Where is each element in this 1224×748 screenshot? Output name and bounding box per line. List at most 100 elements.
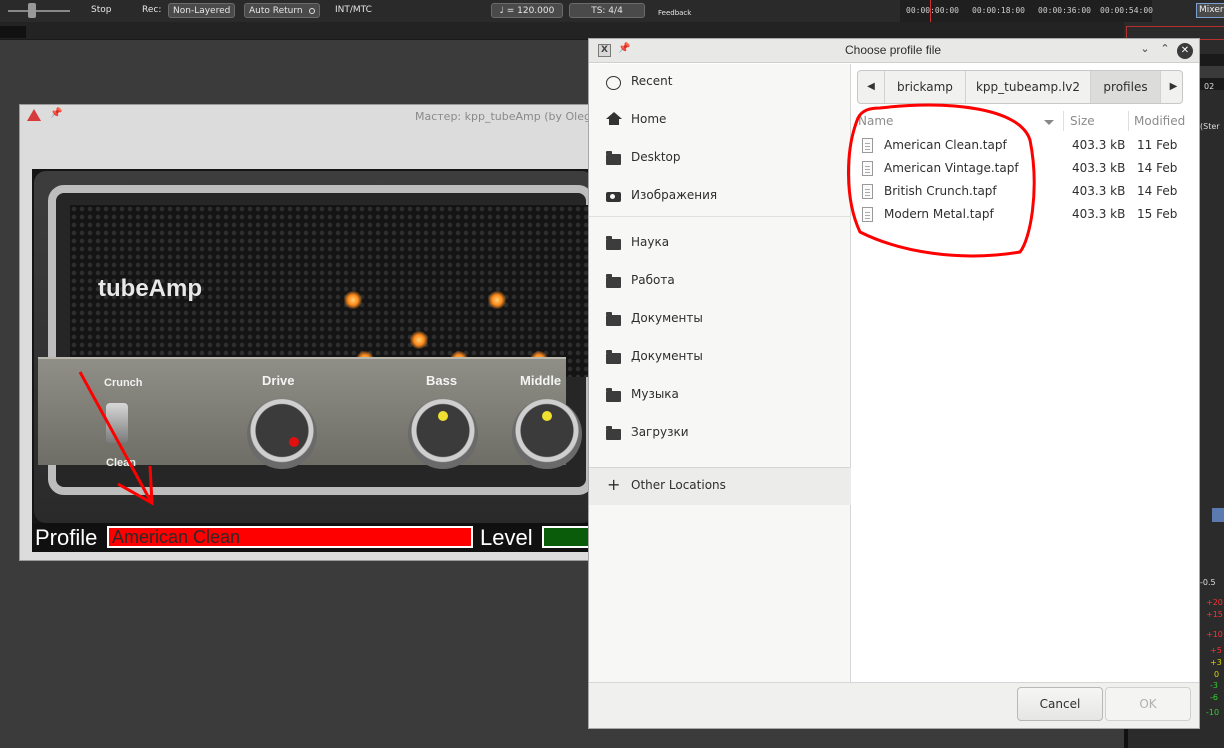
path-back-button[interactable]: ◀ [858, 71, 884, 103]
profile-row: Profile American Clean Level [32, 523, 595, 552]
file-icon [862, 207, 873, 222]
dialog-title: Choose profile file [845, 43, 942, 57]
stop-button[interactable]: Stop [91, 3, 111, 18]
drive-knob[interactable] [247, 399, 317, 469]
drive-label: Drive [262, 373, 295, 388]
choose-profile-dialog: X 📌 Choose profile file ⌄ ⌃ ✕ Recent Hom… [588, 38, 1200, 729]
timeline-tick: 00:00:36:00 [1038, 6, 1091, 15]
sidebar-item-documents-2[interactable]: Документы [589, 341, 851, 375]
clock-icon [606, 76, 621, 90]
file-modified: 14 Feb [1137, 184, 1178, 198]
chevron-left-icon: ◀ [867, 81, 875, 92]
drive-indicator-icon [289, 437, 299, 447]
strip-toggle[interactable] [1212, 508, 1224, 522]
file-icon [862, 161, 873, 176]
amp-chassis: tubeAmp Crunch Clean Drive Bass Middle [34, 171, 594, 523]
shuttle-slider-knob[interactable] [28, 3, 36, 18]
sort-descending-icon[interactable] [1044, 120, 1054, 125]
middle-label: Middle [520, 373, 562, 388]
sidebar-item-music[interactable]: Музыка [589, 379, 851, 413]
maximize-icon[interactable]: ⌃ [1157, 42, 1173, 55]
sidebar-item-recent[interactable]: Recent [589, 66, 851, 100]
sidebar-item-label: Изображения [631, 188, 718, 202]
meter-scale: -6 [1210, 693, 1218, 702]
bass-indicator-icon [438, 411, 448, 421]
file-row[interactable]: British Crunch.tapf 403.3 kB 14 Feb [852, 181, 1199, 204]
chevron-right-icon: ▶ [1169, 81, 1178, 92]
tube-glow [344, 291, 362, 309]
plus-icon: + [607, 475, 621, 494]
crunch-clean-toggle[interactable] [106, 403, 128, 443]
timeline-tick: 00:00:18:00 [972, 6, 1025, 15]
sync-button[interactable]: INT/MTC [335, 3, 372, 18]
file-icon [862, 138, 873, 153]
timeline-tick: 00:00:00:00 [906, 6, 959, 15]
path-segment-brickamp[interactable]: brickamp [884, 71, 965, 103]
folder-icon [606, 312, 621, 326]
sidebar-item-pictures[interactable]: Изображения [589, 180, 851, 214]
column-header-modified[interactable]: Modified [1134, 114, 1185, 128]
file-modified: 11 Feb [1137, 138, 1178, 152]
folder-icon [606, 151, 621, 165]
file-row[interactable]: Modern Metal.tapf 403.3 kB 15 Feb [852, 204, 1199, 227]
cancel-button[interactable]: Cancel [1017, 687, 1103, 721]
rec-mode-dropdown[interactable]: Non-Layered [168, 3, 236, 18]
sidebar-item-science[interactable]: Наука [589, 227, 851, 261]
path-segment-kpp-tubeamp[interactable]: kpp_tubeamp.lv2 [965, 71, 1090, 103]
sidebar-item-documents[interactable]: Документы [589, 303, 851, 337]
plugin-titlebar[interactable]: 📌 Мастер: kpp_tubeAmp (by Oleg [20, 105, 593, 127]
strip-label: 02 [1204, 82, 1215, 91]
sidebar-item-label: Наука [631, 235, 670, 249]
dialog-button-bar: Cancel OK [589, 682, 1199, 728]
playhead[interactable] [930, 0, 931, 22]
sidebar-item-label: Other Locations [631, 478, 726, 492]
sidebar-divider [589, 216, 851, 217]
plugin-window: 📌 Мастер: kpp_tubeAmp (by Oleg tubeAmp C… [19, 104, 595, 561]
auto-return-button[interactable]: Auto Return [244, 3, 320, 18]
path-forward-button[interactable]: ▶ [1160, 71, 1182, 103]
sidebar-item-label: Музыка [631, 387, 679, 401]
meter-scale: -3 [1210, 681, 1218, 690]
auto-return-label: Auto Return [249, 6, 303, 16]
pin-icon[interactable]: 📌 [618, 43, 630, 54]
camera-icon [606, 192, 621, 202]
file-name: American Vintage.tapf [884, 161, 1019, 175]
tempo-display[interactable]: ♩ = 120.000 [491, 3, 563, 18]
minimize-icon[interactable]: ⌄ [1137, 42, 1153, 55]
meter-scale: +20 [1206, 598, 1223, 607]
meter-scale: +10 [1206, 630, 1223, 639]
profile-selector[interactable]: American Clean [107, 526, 473, 548]
file-size: 403.3 kB [1072, 161, 1126, 175]
close-icon[interactable]: ✕ [1177, 43, 1193, 59]
sidebar-item-downloads[interactable]: Загрузки [589, 417, 851, 451]
sidebar-item-label: Загрузки [631, 425, 689, 439]
timeline-ruler[interactable]: 00:00:00:00 00:00:18:00 00:00:36:00 00:0… [900, 0, 1153, 22]
sidebar-item-label: Home [631, 112, 667, 126]
pin-icon[interactable]: 📌 [50, 108, 62, 119]
sidebar-item-home[interactable]: Home [589, 104, 851, 138]
file-row[interactable]: American Vintage.tapf 403.3 kB 14 Feb [852, 158, 1199, 181]
sidebar-item-other-locations[interactable]: + Other Locations [589, 468, 851, 505]
middle-indicator-icon [542, 411, 552, 421]
places-sidebar: Recent Home Desktop Изображения Наука Ра… [589, 64, 851, 682]
sidebar-item-desktop[interactable]: Desktop [589, 142, 851, 176]
feedback-label: Feedback [658, 9, 692, 17]
dialog-titlebar[interactable]: X 📌 Choose profile file ⌄ ⌃ ✕ [589, 39, 1199, 63]
time-signature-display[interactable]: TS: 4/4 [569, 3, 645, 18]
bass-knob[interactable] [408, 399, 478, 469]
file-size: 403.3 kB [1072, 184, 1126, 198]
sidebar-item-work[interactable]: Работа [589, 265, 851, 299]
mixer-button[interactable]: Mixer [1196, 3, 1224, 18]
meter-scale: +15 [1206, 610, 1223, 619]
middle-knob[interactable] [512, 399, 582, 469]
sidebar-item-label: Документы [631, 349, 703, 363]
ok-button[interactable]: OK [1105, 687, 1191, 721]
sidebar-item-label: Работа [631, 273, 675, 287]
column-header-size[interactable]: Size [1070, 114, 1095, 128]
file-row[interactable]: American Clean.tapf 403.3 kB 11 Feb [852, 135, 1199, 158]
shuttle-slider-track[interactable] [8, 10, 70, 12]
folder-icon [606, 350, 621, 364]
column-header-name[interactable]: Name [858, 114, 893, 128]
path-segment-profiles[interactable]: profiles [1090, 71, 1160, 103]
app-logo-icon [27, 109, 41, 121]
